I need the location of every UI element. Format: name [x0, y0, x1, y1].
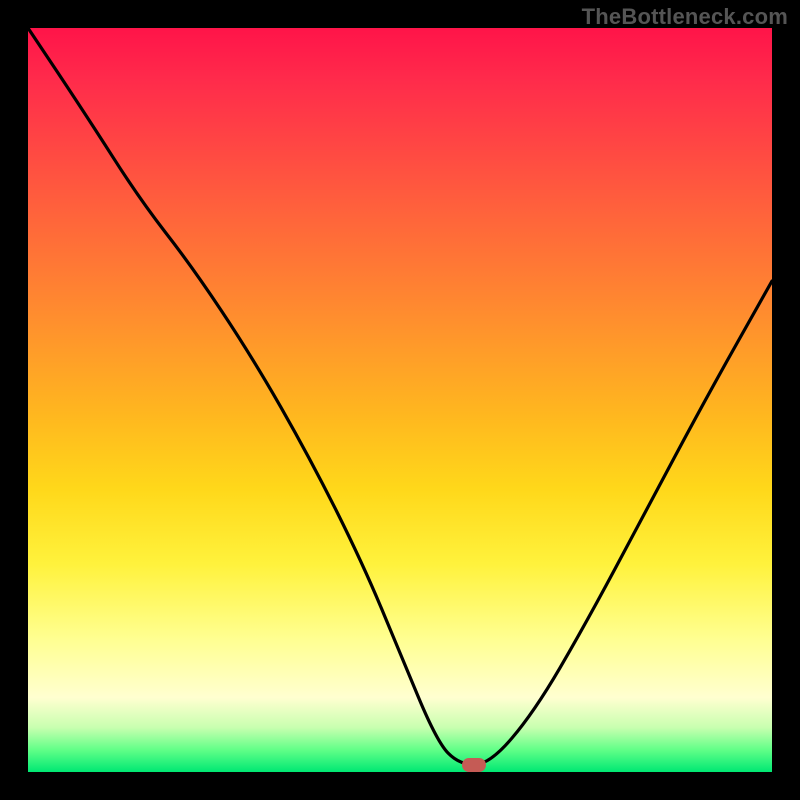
optimal-point-marker — [462, 758, 486, 772]
chart-frame: TheBottleneck.com — [0, 0, 800, 800]
plot-area — [28, 28, 772, 772]
bottleneck-curve — [28, 28, 772, 772]
curve-path — [28, 28, 772, 765]
watermark-text: TheBottleneck.com — [582, 4, 788, 30]
